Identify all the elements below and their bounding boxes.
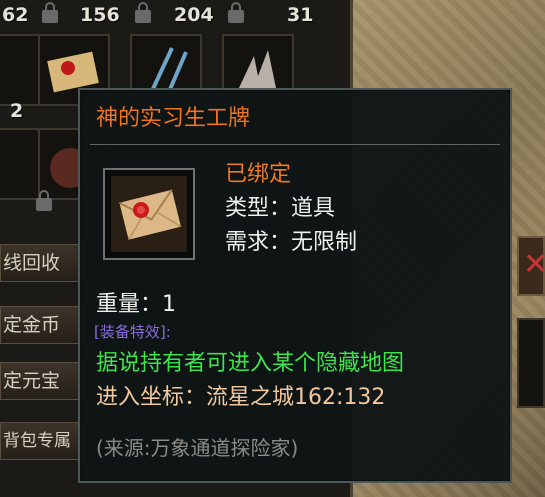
letter-seal-icon (118, 189, 182, 241)
lock-gold-button[interactable]: 定金币 (0, 306, 82, 344)
lock-yuanbao-button[interactable]: 定元宝 (0, 362, 82, 400)
item-type: 类型：道具 (225, 196, 336, 221)
item-count: 31 (287, 4, 314, 26)
bag-exclusive-button[interactable]: 背包专属 (0, 422, 82, 460)
bound-status: 已绑定 (225, 162, 292, 187)
divider (90, 144, 500, 145)
item-requirement: 需求：无限制 (225, 230, 358, 255)
entry-coordinate: 进入坐标：流星之城162:132 (96, 385, 386, 410)
close-button[interactable]: ✕ (517, 236, 545, 296)
item-count: 156 (80, 4, 120, 26)
lock-icon (135, 2, 151, 23)
item-weight: 重量：1 (96, 292, 176, 317)
item-count: 2 (10, 100, 24, 122)
lock-icon (228, 2, 244, 23)
item-source: (来源:万象通道探险家) (96, 436, 299, 460)
item-name: 神的实习生工牌 (96, 106, 251, 131)
item-icon-frame (103, 168, 195, 260)
item-description: 据说持有者可进入某个隐藏地图 (96, 351, 405, 376)
recycle-button[interactable]: 线回收 (0, 244, 82, 282)
close-icon: ✕ (523, 247, 545, 282)
item-count: 62 (2, 4, 29, 26)
item-icon-bg (111, 176, 187, 252)
lock-icon (42, 2, 58, 23)
item-count: 204 (174, 4, 214, 26)
equipment-slot[interactable] (517, 318, 545, 408)
item-tooltip: 神的实习生工牌 已绑定 类型：道具 需求：无限制 重量：1 [装备特效]: 据说… (78, 88, 512, 483)
lock-icon (36, 190, 52, 211)
effect-header: [装备特效]: (94, 323, 171, 341)
